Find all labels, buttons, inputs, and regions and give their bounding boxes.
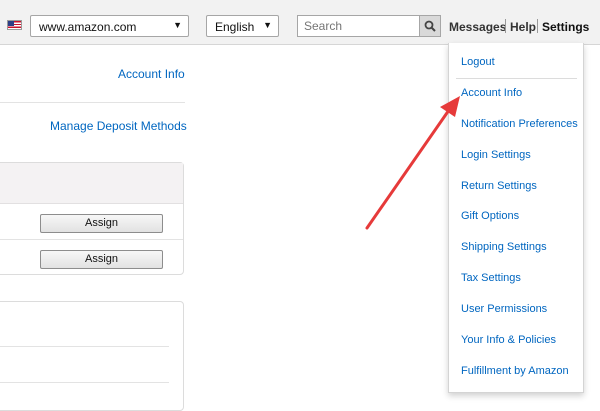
menu-item-notification-preferences[interactable]: Notification Preferences	[461, 118, 578, 130]
nav-divider	[537, 19, 538, 33]
search-input[interactable]	[297, 15, 420, 37]
annotation-arrow-shaft	[365, 108, 451, 230]
marketplace-select-value: www.amazon.com	[39, 20, 137, 34]
row-divider	[0, 239, 183, 240]
assign-button[interactable]: Assign	[40, 250, 163, 269]
menu-item-fulfillment-by-amazon[interactable]: Fulfillment by Amazon	[461, 365, 569, 377]
menu-item-logout[interactable]: Logout	[461, 56, 495, 68]
menu-item-account-info[interactable]: Account Info	[461, 87, 522, 99]
manage-deposit-methods-link[interactable]: Manage Deposit Methods	[50, 119, 187, 133]
secondary-panel	[0, 301, 184, 411]
panel-header	[0, 163, 183, 204]
row-divider	[0, 382, 169, 383]
settings-dropdown-menu: Logout Account Info Notification Prefere…	[448, 43, 584, 393]
messages-link[interactable]: Messages	[449, 20, 506, 34]
deposit-methods-panel: Assign Assign	[0, 162, 184, 275]
marketplace-select[interactable]: www.amazon.com ▼	[30, 15, 189, 37]
chevron-down-icon: ▼	[173, 20, 182, 30]
help-link[interactable]: Help	[510, 20, 536, 34]
menu-item-shipping-settings[interactable]: Shipping Settings	[461, 241, 547, 253]
menu-item-tax-settings[interactable]: Tax Settings	[461, 272, 521, 284]
account-info-link[interactable]: Account Info	[118, 67, 185, 81]
assign-button[interactable]: Assign	[40, 214, 163, 233]
chevron-down-icon: ▼	[263, 20, 272, 30]
menu-item-gift-options[interactable]: Gift Options	[461, 210, 519, 222]
section-divider	[0, 102, 185, 103]
menu-item-your-info-policies[interactable]: Your Info & Policies	[461, 334, 556, 346]
menu-item-user-permissions[interactable]: User Permissions	[461, 303, 547, 315]
menu-item-return-settings[interactable]: Return Settings	[461, 180, 537, 192]
us-flag-icon[interactable]	[7, 20, 22, 30]
search-icon	[424, 20, 436, 32]
menu-item-login-settings[interactable]: Login Settings	[461, 149, 531, 161]
menu-divider	[456, 78, 577, 79]
language-select-value: English	[215, 20, 255, 34]
top-navigation-bar: www.amazon.com ▼ English ▼ Messages Help…	[0, 0, 600, 45]
language-select[interactable]: English ▼	[206, 15, 279, 37]
search-button[interactable]	[420, 15, 441, 37]
row-divider	[0, 346, 169, 347]
nav-divider	[505, 19, 506, 33]
settings-link[interactable]: Settings	[542, 20, 589, 34]
